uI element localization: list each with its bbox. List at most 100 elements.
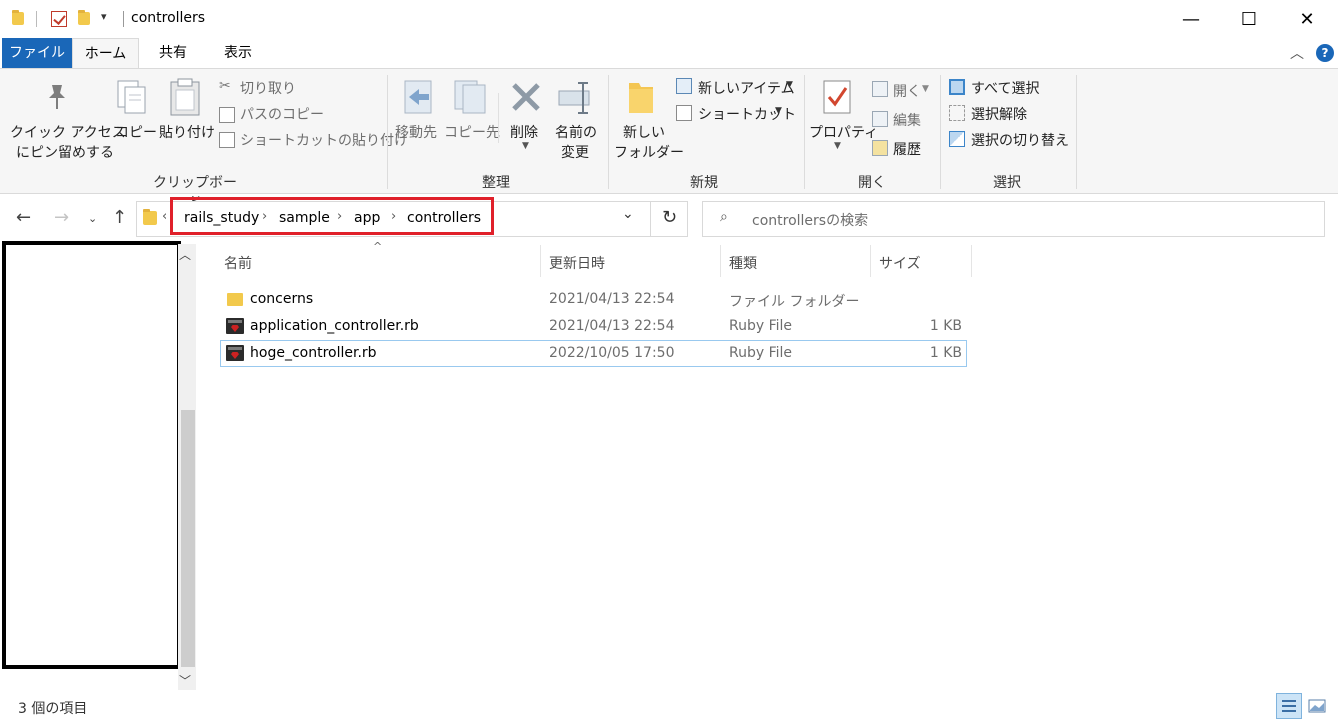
- minimize-button[interactable]: —: [1162, 0, 1220, 38]
- chevron-down-icon[interactable]: ▼: [922, 84, 929, 94]
- divider[interactable]: [870, 245, 871, 277]
- chevron-down-icon[interactable]: ▼: [522, 141, 529, 151]
- invert-selection-button[interactable]: 選択の切り替え: [971, 130, 1069, 150]
- new-folder-icon[interactable]: [627, 79, 657, 119]
- shortcut-icon: [676, 105, 692, 121]
- chevron-down-icon[interactable]: ⌄: [622, 206, 634, 222]
- file-date: 2021/04/13 22:54: [549, 318, 675, 334]
- scroll-thumb[interactable]: [181, 410, 195, 667]
- rename-label-2[interactable]: 変更: [561, 142, 589, 162]
- select-all-button[interactable]: すべて選択: [971, 78, 1039, 98]
- paste-button[interactable]: 貼り付け: [159, 122, 215, 142]
- ribbon: クイック アクセス にピン留めする コピー 貼り付け ✂ 切り取り パスのコピー…: [0, 68, 1338, 211]
- new-folder-label-1[interactable]: 新しい: [623, 122, 665, 142]
- divider: [1076, 75, 1077, 189]
- search-placeholder: controllersの検索: [752, 213, 869, 229]
- tab-view[interactable]: 表示: [206, 38, 270, 69]
- chevron-down-icon[interactable]: ▼: [834, 141, 841, 151]
- details-view-button[interactable]: [1276, 693, 1302, 719]
- paste-shortcut-icon: [219, 132, 235, 148]
- column-header-date[interactable]: 更新日時: [549, 253, 605, 273]
- help-icon[interactable]: ?: [1316, 44, 1334, 62]
- forward-button[interactable]: →: [54, 207, 69, 228]
- divider[interactable]: [720, 245, 721, 277]
- copy-button[interactable]: コピー: [115, 122, 157, 142]
- cut-button[interactable]: 切り取り: [240, 78, 296, 98]
- quick-access-dropdown-icon[interactable]: ▾: [101, 10, 107, 23]
- copy-icon[interactable]: [116, 79, 148, 119]
- refresh-button[interactable]: ↻: [650, 201, 688, 237]
- maximize-button[interactable]: ☐: [1220, 0, 1278, 38]
- invert-selection-icon: [949, 131, 965, 147]
- copy-to-button[interactable]: コピー先: [444, 122, 500, 142]
- properties-button[interactable]: プロパティ: [809, 122, 878, 142]
- move-to-icon[interactable]: [403, 79, 435, 119]
- new-group-label: 新規: [690, 175, 718, 191]
- column-header-name[interactable]: 名前: [224, 253, 252, 273]
- large-icons-view-icon: [1308, 699, 1326, 713]
- divider: [123, 11, 124, 27]
- open-group-label: 開く: [858, 175, 886, 191]
- file-type: ファイル フォルダー: [729, 294, 860, 310]
- file-type: Ruby File: [729, 345, 793, 361]
- divider: [498, 93, 499, 143]
- divider[interactable]: [971, 245, 972, 277]
- divider[interactable]: [540, 245, 541, 277]
- tab-home[interactable]: ホーム: [72, 38, 139, 69]
- move-to-button[interactable]: 移動先: [395, 122, 437, 142]
- recent-locations-icon[interactable]: ⌄: [88, 212, 97, 225]
- rename-icon[interactable]: [557, 79, 593, 119]
- chevron-down-icon[interactable]: ▼: [786, 80, 793, 90]
- delete-icon[interactable]: [510, 81, 542, 117]
- divider: [608, 75, 609, 189]
- select-group-label: 選択: [993, 175, 1021, 191]
- back-button[interactable]: ←: [16, 207, 31, 228]
- file-type: Ruby File: [729, 318, 793, 334]
- chevron-down-icon[interactable]: ▼: [775, 106, 782, 116]
- chevron-up-icon[interactable]: ︿: [1290, 43, 1304, 63]
- tab-file[interactable]: ファイル: [2, 38, 72, 69]
- paste-icon[interactable]: [168, 77, 202, 121]
- divider: [387, 75, 388, 189]
- pin-button[interactable]: [44, 83, 70, 111]
- up-button[interactable]: ↑: [112, 207, 127, 228]
- paste-shortcut-button[interactable]: ショートカットの貼り付け: [240, 130, 408, 150]
- history-button[interactable]: 履歴: [893, 139, 921, 159]
- new-folder-quick-icon[interactable]: [78, 10, 90, 25]
- chevron-up-icon[interactable]: ︿: [179, 246, 191, 263]
- file-name[interactable]: hoge_controller.rb: [250, 345, 377, 361]
- pin-icon: [49, 85, 65, 109]
- folder-icon: [12, 10, 24, 25]
- delete-button[interactable]: 削除: [510, 122, 538, 142]
- divider: [940, 75, 941, 189]
- open-icon: [872, 81, 888, 97]
- copy-path-button[interactable]: パスのコピー: [240, 104, 324, 124]
- open-button[interactable]: 開く: [893, 81, 921, 101]
- folder-icon: [143, 209, 157, 225]
- properties-quick-icon[interactable]: [51, 11, 67, 27]
- large-icons-view-button[interactable]: [1304, 693, 1330, 719]
- file-name[interactable]: application_controller.rb: [250, 318, 419, 334]
- properties-icon[interactable]: [822, 79, 852, 119]
- copy-to-icon[interactable]: [453, 79, 487, 119]
- file-name[interactable]: concerns: [250, 291, 313, 307]
- window-title: controllers: [131, 10, 206, 26]
- column-header-type[interactable]: 種類: [729, 253, 757, 273]
- navigation-pane[interactable]: [2, 241, 181, 669]
- new-item-button[interactable]: 新しいアイテム: [698, 78, 795, 98]
- tab-share[interactable]: 共有: [140, 38, 206, 69]
- divider: [36, 11, 37, 27]
- new-folder-label-2[interactable]: フォルダー: [614, 142, 684, 162]
- select-none-button[interactable]: 選択解除: [971, 104, 1027, 124]
- rename-label-1[interactable]: 名前の: [555, 122, 597, 142]
- highlight-box: [170, 197, 494, 235]
- close-button[interactable]: ✕: [1278, 0, 1336, 38]
- chevron-down-icon[interactable]: ﹀: [179, 672, 191, 689]
- edit-button[interactable]: 編集: [893, 110, 921, 130]
- column-header-size[interactable]: サイズ: [879, 253, 921, 273]
- status-item-count: 3 個の項目: [18, 701, 88, 717]
- copy-path-icon: [219, 107, 235, 123]
- ribbon-tabs: ファイル ホーム 共有 表示 ︿ ?: [0, 38, 1338, 69]
- ruby-file-icon: [226, 345, 244, 361]
- chevron-left-icon[interactable]: ‹: [162, 209, 167, 224]
